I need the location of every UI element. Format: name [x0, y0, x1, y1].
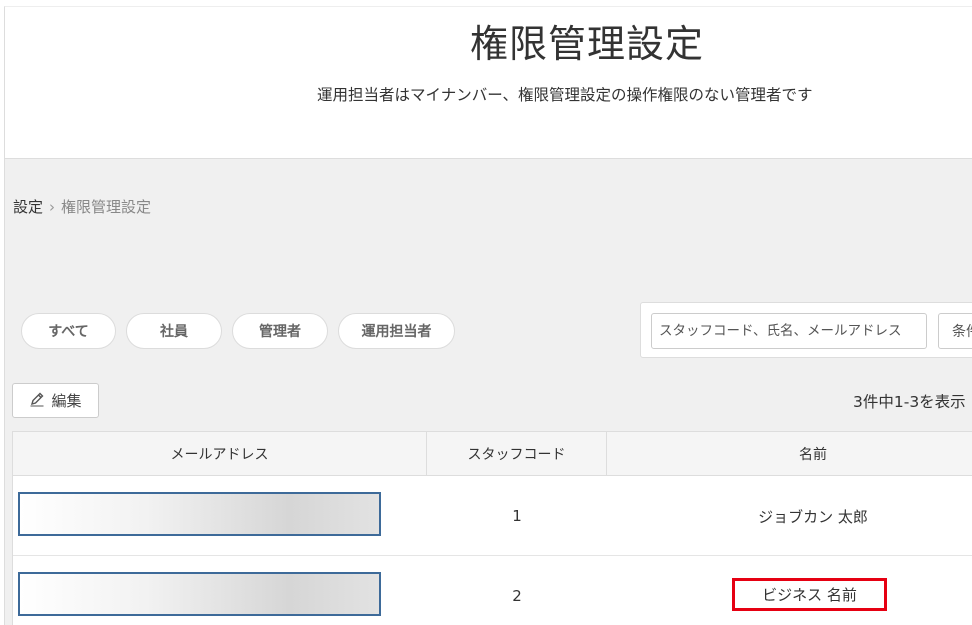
chevron-right-icon: › [49, 198, 56, 216]
filter-operator-button[interactable]: 運用担当者 [338, 313, 455, 349]
staff-code-cell: 1 [512, 507, 522, 525]
breadcrumb-settings-link[interactable]: 設定 [13, 198, 43, 216]
edit-button-label: 編集 [51, 392, 82, 410]
column-header-staff-code[interactable]: スタッフコード [427, 432, 607, 476]
breadcrumb-current: 権限管理設定 [61, 198, 152, 216]
column-header-email[interactable]: メールアドレス [13, 432, 427, 476]
edit-button[interactable]: 編集 [12, 383, 99, 418]
name-cell: ジョブカン 太郎 [758, 507, 868, 526]
table-header: メールアドレス スタッフコード 名前 [13, 432, 972, 476]
result-count: 3件中1-3を表示 [853, 393, 966, 411]
pencil-icon [29, 391, 45, 411]
highlighted-name-cell: ビジネス 名前 [732, 578, 887, 611]
main-content: 設定 › 権限管理設定 すべて 社員 管理者 運用担当者 条件 編集 3件中1-3を… [4, 158, 972, 625]
filter-employee-button[interactable]: 社員 [126, 313, 222, 349]
staff-table: メールアドレス スタッフコード 名前 1 ジョブカン 太郎 2 ビジネス 名前 [12, 431, 972, 625]
search-input[interactable] [651, 313, 927, 349]
page-title: 権限管理設定 [470, 22, 705, 66]
email-cell-redacted [18, 572, 381, 616]
staff-code-cell: 2 [512, 587, 522, 605]
filter-admin-button[interactable]: 管理者 [232, 313, 328, 349]
breadcrumb: 設定 › 権限管理設定 [13, 196, 151, 217]
page-header: 権限管理設定 運用担当者はマイナンバー、権限管理設定の操作権限のない管理者です [4, 6, 972, 158]
search-condition-button[interactable]: 条件 [938, 313, 972, 349]
email-cell-redacted [18, 492, 381, 536]
column-header-name[interactable]: 名前 [607, 432, 972, 476]
table-row[interactable]: 2 ビジネス 名前 [13, 556, 972, 625]
filter-all-button[interactable]: すべて [21, 313, 116, 349]
page-description: 運用担当者はマイナンバー、権限管理設定の操作権限のない管理者です [317, 86, 813, 104]
search-panel: 条件 [640, 302, 972, 358]
table-row[interactable]: 1 ジョブカン 太郎 [13, 476, 972, 556]
